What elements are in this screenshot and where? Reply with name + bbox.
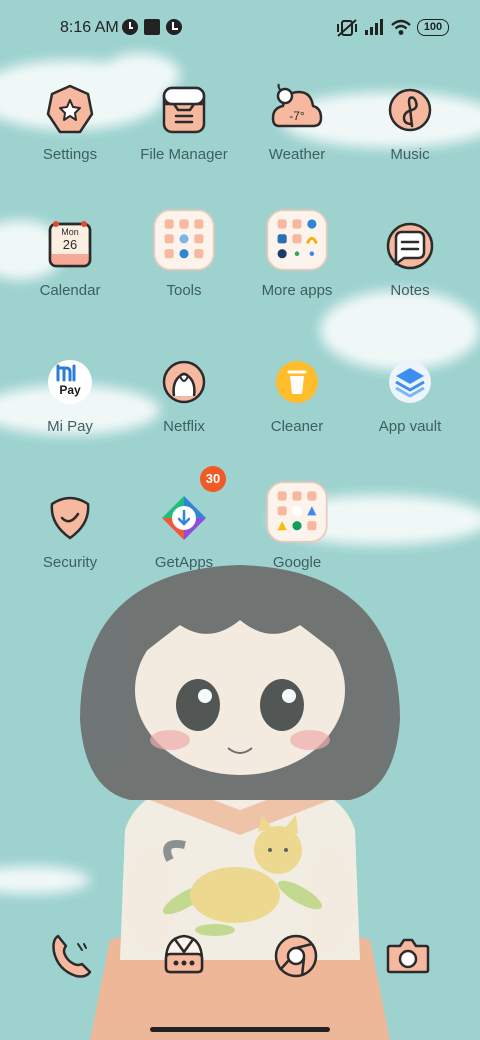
folder-google[interactable]: Google bbox=[241, 481, 353, 610]
folder-icon bbox=[153, 209, 215, 271]
app-file-manager[interactable]: File Manager bbox=[128, 82, 240, 202]
calendar-icon: Mon 26 bbox=[48, 221, 92, 268]
battery-level: 100 bbox=[423, 21, 443, 33]
home-indicator[interactable] bbox=[150, 1027, 330, 1032]
app-weather[interactable]: -7° Weather bbox=[241, 82, 353, 202]
clock: 8:16 AM bbox=[60, 19, 119, 36]
wifi-icon bbox=[391, 19, 411, 35]
app-label: File Manager bbox=[140, 146, 228, 163]
notification-icon-1 bbox=[122, 19, 138, 35]
getapps-icon bbox=[162, 496, 206, 540]
app-label: Calendar bbox=[39, 282, 101, 299]
app-label: Settings bbox=[42, 146, 98, 163]
phone-icon bbox=[52, 934, 92, 978]
weather-icon: -7° bbox=[271, 83, 323, 128]
folder-icon bbox=[266, 481, 328, 543]
folder-more-apps[interactable]: More apps bbox=[241, 209, 353, 338]
signal-icon bbox=[365, 19, 383, 35]
app-label: Netflix bbox=[163, 418, 205, 435]
app-vault-icon bbox=[389, 361, 431, 403]
folder-icon bbox=[266, 209, 328, 271]
app-label: Tools bbox=[166, 282, 202, 299]
security-icon bbox=[50, 496, 90, 540]
vibrate-off-icon bbox=[337, 19, 357, 37]
app-netflix[interactable]: Netflix bbox=[128, 354, 240, 474]
app-cleaner[interactable]: Cleaner bbox=[241, 354, 353, 474]
app-music[interactable]: Music bbox=[354, 82, 466, 202]
status-bar: 8:16 AM 100 bbox=[0, 0, 480, 56]
calendar-month: Mon bbox=[61, 227, 79, 237]
app-label: Cleaner bbox=[270, 418, 324, 435]
notification-badge: 30 bbox=[200, 466, 226, 492]
folder-tools[interactable]: Tools bbox=[128, 209, 240, 338]
app-label: More apps bbox=[261, 282, 333, 299]
mi-pay-logo-text: Pay bbox=[59, 383, 81, 397]
app-settings[interactable]: Settings bbox=[14, 82, 126, 202]
app-notes[interactable]: Notes bbox=[354, 218, 466, 338]
notification-icon-2 bbox=[166, 19, 182, 35]
music-icon bbox=[388, 88, 432, 132]
app-label: GetApps bbox=[154, 554, 214, 571]
dock-camera[interactable] bbox=[378, 926, 438, 986]
mi-pay-icon: Pay bbox=[48, 360, 92, 404]
app-getapps[interactable]: 30 GetApps bbox=[128, 466, 240, 610]
app-label: Google bbox=[272, 554, 322, 571]
browser-icon bbox=[274, 934, 318, 978]
dock-messages[interactable] bbox=[154, 926, 214, 986]
app-label: Security bbox=[42, 554, 98, 571]
weather-temp: -7° bbox=[289, 109, 305, 123]
app-label: App vault bbox=[378, 418, 442, 435]
camera-icon bbox=[386, 938, 430, 974]
file-manager-icon bbox=[162, 86, 206, 134]
app-label: Notes bbox=[390, 282, 430, 299]
app-app-vault[interactable]: App vault bbox=[354, 354, 466, 474]
calendar-day: 26 bbox=[63, 237, 77, 252]
cleaner-icon bbox=[276, 361, 318, 403]
dock-phone[interactable] bbox=[42, 926, 102, 986]
battery-icon: 100 bbox=[417, 19, 449, 36]
messages-icon bbox=[164, 934, 204, 974]
app-security[interactable]: Security bbox=[14, 490, 126, 610]
notification-square-icon bbox=[144, 19, 160, 35]
netflix-icon bbox=[162, 360, 206, 404]
app-label: Weather bbox=[268, 146, 326, 163]
app-calendar[interactable]: Mon 26 Calendar bbox=[14, 218, 126, 338]
app-mi-pay[interactable]: Pay Mi Pay bbox=[14, 354, 126, 474]
app-label: Music bbox=[390, 146, 430, 163]
settings-icon bbox=[46, 84, 94, 134]
dock-browser[interactable] bbox=[266, 926, 326, 986]
app-label: Mi Pay bbox=[47, 418, 93, 435]
notes-icon bbox=[386, 222, 434, 270]
